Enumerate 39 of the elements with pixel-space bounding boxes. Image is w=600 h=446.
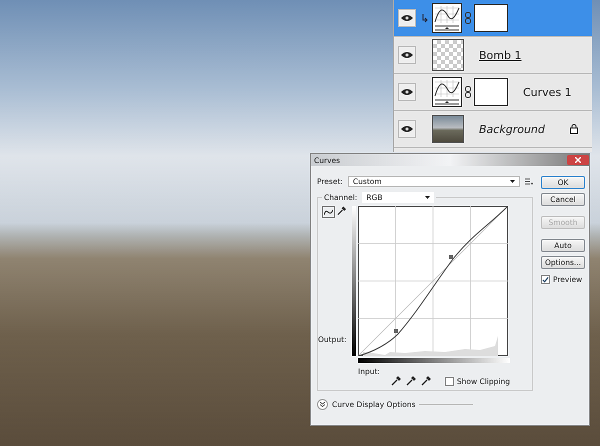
layer-row[interactable]: [394, 0, 592, 37]
close-button[interactable]: [567, 155, 589, 165]
caret-icon: [425, 196, 430, 199]
eyedropper-icon: [390, 376, 401, 386]
eye-icon: [401, 88, 413, 96]
caret-icon: [510, 180, 515, 183]
eye-icon: [401, 125, 413, 133]
visibility-toggle[interactable]: [398, 46, 416, 64]
close-icon: [575, 157, 581, 163]
image-thumbnail: [432, 115, 464, 143]
eyedropper-icon: [420, 376, 431, 386]
layer-name: Bomb 1: [479, 48, 522, 62]
chevron-down-icon: [320, 402, 325, 407]
pen-icon: [336, 206, 346, 216]
layer-name: Background: [479, 122, 545, 136]
checkbox[interactable]: [541, 275, 550, 284]
eye-icon: [401, 14, 413, 22]
layer-row[interactable]: Curves 1: [394, 74, 592, 111]
transparent-layer-thumbnail: [432, 39, 464, 71]
chain-link-icon: [465, 12, 471, 24]
eyedropper-icon: [406, 376, 416, 386]
visibility-toggle[interactable]: [398, 9, 416, 27]
visibility-toggle[interactable]: [398, 83, 416, 101]
checkbox[interactable]: [444, 376, 454, 386]
expand-button[interactable]: [317, 399, 328, 410]
preset-options-icon[interactable]: [525, 178, 533, 185]
curve-icon: [324, 208, 333, 216]
curve-graph-drawing[interactable]: [358, 206, 508, 356]
layer-mask-thumbnail: [474, 78, 508, 106]
layer-row[interactable]: Background: [394, 111, 592, 148]
layer-mask-thumbnail: [474, 4, 508, 32]
chain-link-icon: [465, 86, 471, 98]
visibility-toggle[interactable]: [398, 120, 416, 138]
curves-thumbnail-icon: [432, 3, 462, 33]
layer-name: Curves 1: [523, 86, 572, 98]
layer-row[interactable]: Bomb 1: [394, 37, 592, 74]
curves-thumbnail-icon: [432, 77, 462, 107]
eye-icon: [401, 51, 413, 59]
curve-tool-button[interactable]: [322, 206, 335, 218]
